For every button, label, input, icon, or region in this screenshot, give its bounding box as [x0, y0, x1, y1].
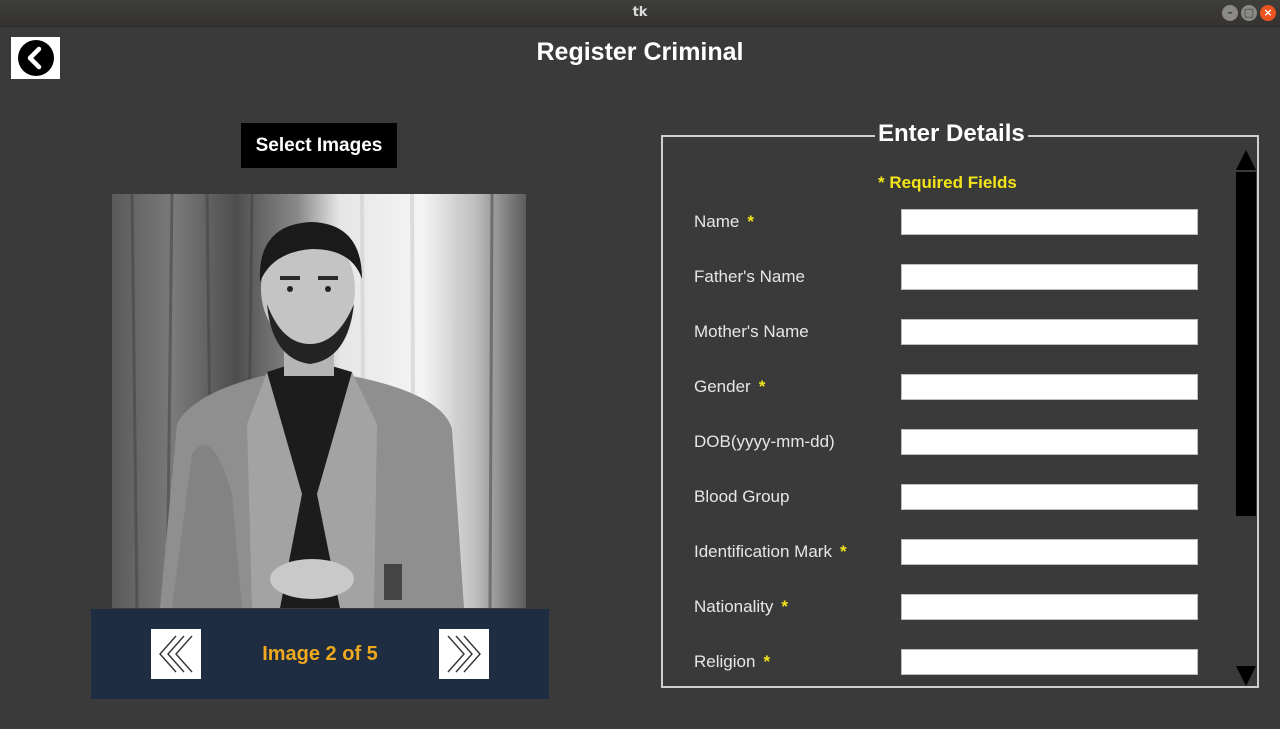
previous-image-button[interactable] [151, 629, 201, 679]
select-images-button[interactable]: Select Images [241, 123, 397, 168]
minimize-icon: – [1227, 6, 1233, 19]
field-label: Father's Name [694, 267, 805, 287]
double-chevron-right-icon [447, 635, 481, 673]
field-input[interactable] [901, 429, 1198, 455]
field-label: Blood Group [694, 487, 789, 507]
maximize-icon: □ [1243, 6, 1255, 19]
field-input[interactable] [901, 264, 1198, 290]
field-label-text: Gender [694, 377, 751, 396]
scroll-up-arrow-icon[interactable] [1236, 150, 1256, 170]
field-input[interactable] [901, 209, 1198, 235]
field-input[interactable] [901, 539, 1198, 565]
scroll-down-arrow-icon[interactable] [1236, 666, 1256, 686]
double-chevron-left-icon [159, 635, 193, 673]
image-counter: Image 2 of 5 [262, 643, 378, 665]
scroll-thumb[interactable] [1236, 172, 1256, 516]
field-input[interactable] [901, 649, 1198, 675]
field-label: Gender * [694, 377, 765, 397]
field-label-text: Father's Name [694, 267, 805, 286]
next-image-button[interactable] [439, 629, 489, 679]
required-star: * [781, 597, 788, 616]
field-label-text: Religion [694, 652, 756, 671]
window-titlebar: tk – □ × [0, 0, 1280, 27]
required-fields-note: * Required Fields [878, 173, 1017, 192]
page-title: Register Criminal [536, 38, 744, 66]
details-legend: Enter Details [875, 120, 1028, 148]
person-photo [112, 194, 526, 608]
field-label: Mother's Name [694, 322, 809, 342]
required-star: * [747, 212, 754, 231]
field-label-text: Blood Group [694, 487, 790, 506]
close-button[interactable]: × [1260, 5, 1276, 21]
window-title: tk [632, 5, 648, 20]
field-label-text: Identification Mark [694, 542, 832, 561]
field-label: Identification Mark * [694, 542, 847, 562]
required-star: * [763, 652, 771, 671]
required-star: * [758, 377, 766, 396]
field-label-text: Mother's Name [694, 322, 809, 341]
details-scrollbar[interactable] [1236, 150, 1257, 686]
field-label: Nationality * [694, 597, 788, 617]
field-input[interactable] [901, 484, 1198, 510]
field-label-text: Name [694, 212, 740, 231]
field-label: Religion * [694, 652, 770, 672]
field-label-text: Nationality [694, 597, 774, 616]
maximize-button[interactable]: □ [1241, 5, 1257, 21]
image-navigator: Image 2 of 5 [91, 609, 549, 699]
field-label: DOB(yyyy-mm-dd) [694, 432, 835, 452]
field-input[interactable] [901, 319, 1198, 345]
photo-preview [112, 194, 526, 608]
field-label: Name * [694, 212, 754, 232]
minimize-button[interactable]: – [1222, 5, 1238, 21]
close-icon: × [1263, 6, 1273, 19]
field-input[interactable] [901, 374, 1198, 400]
required-star: * [839, 542, 847, 561]
field-label-text: DOB(yyyy-mm-dd) [694, 432, 835, 451]
field-input[interactable] [901, 594, 1198, 620]
